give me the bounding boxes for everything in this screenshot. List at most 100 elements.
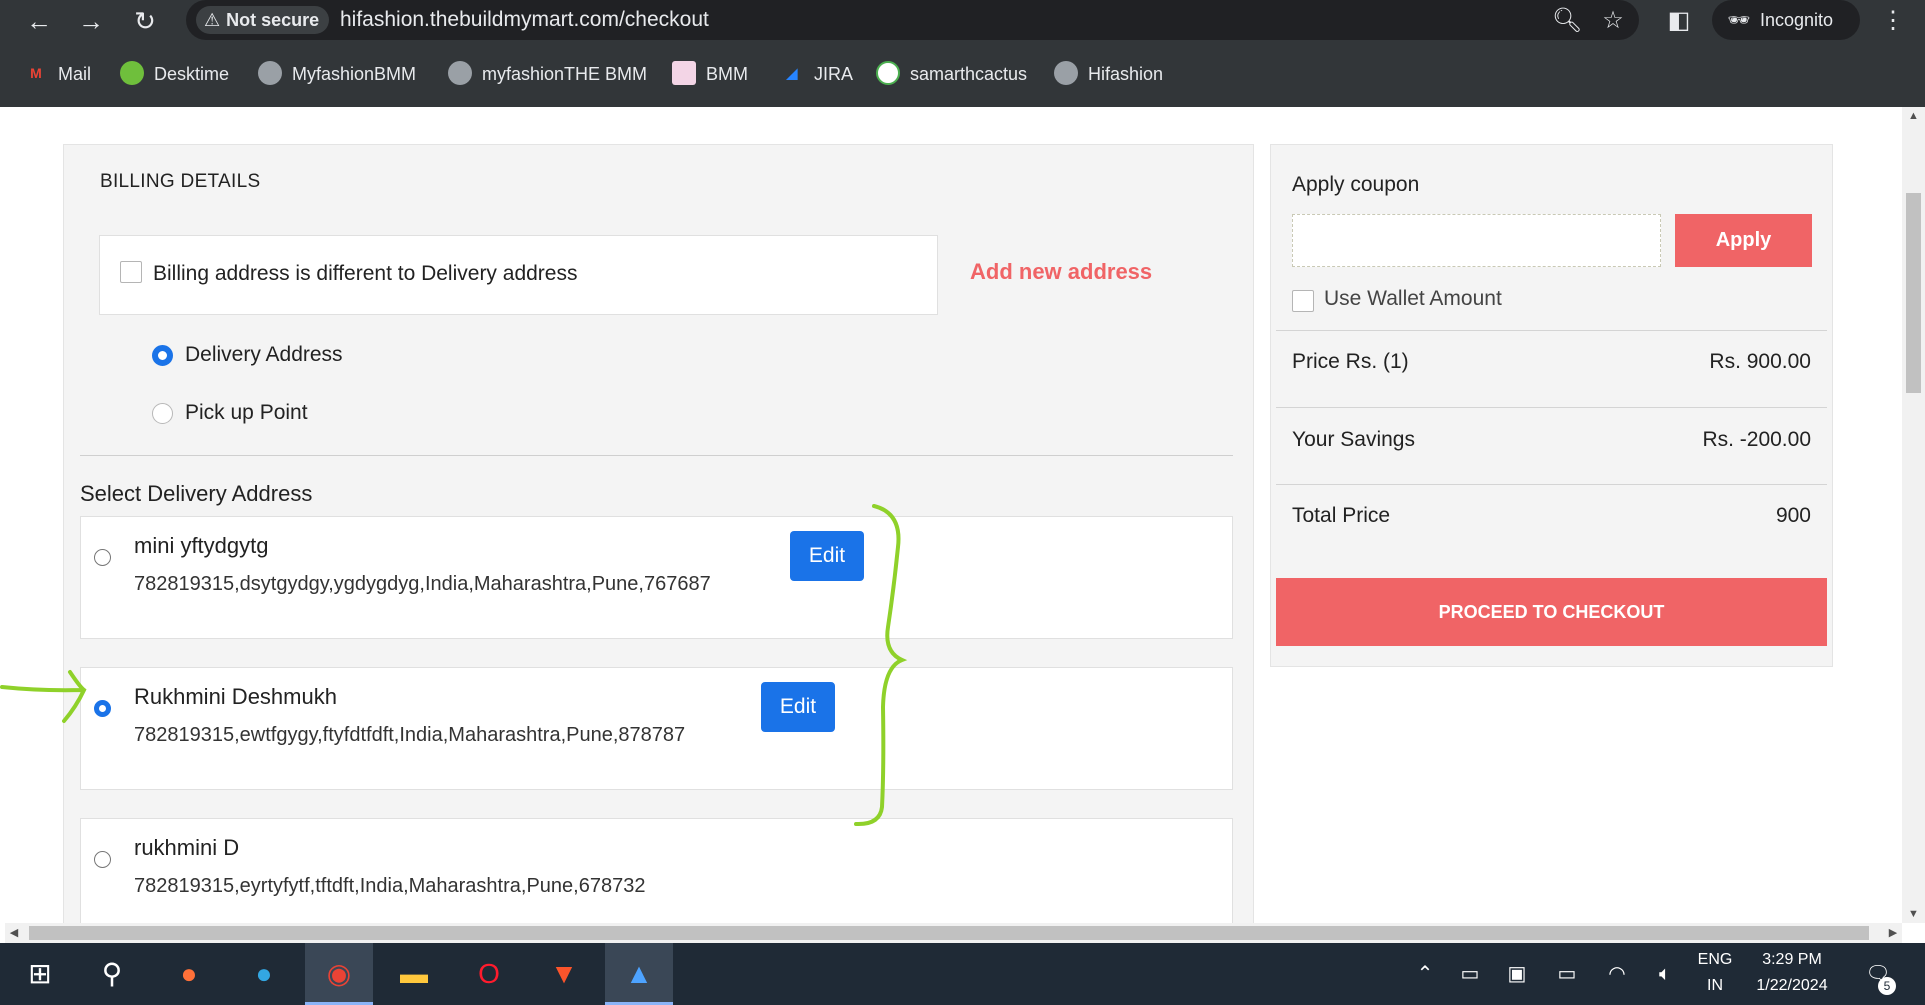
notification-count: 5 <box>1878 977 1896 995</box>
address-name: mini yftydgytg <box>134 533 269 558</box>
proceed-to-checkout-button[interactable]: PROCEED TO CHECKOUT <box>1276 578 1827 646</box>
bookmark-jira[interactable]: ◢ JIRA <box>780 56 853 92</box>
section-divider <box>80 455 1233 456</box>
search-icon[interactable]: ⚲ <box>78 943 146 1005</box>
brave-icon[interactable]: ▼ <box>530 943 598 1005</box>
bookmarks-bar: M Mail Desktime MyfashionBMM myfashionTHE… <box>0 56 1925 92</box>
wallet-label: Use Wallet Amount <box>1324 287 1502 310</box>
opera-icon[interactable]: O <box>455 943 523 1005</box>
total-price-value: 900 <box>1775 504 1811 527</box>
menu-kebab-icon[interactable]: ⋮ <box>1876 4 1910 38</box>
globe-icon <box>1054 61 1078 86</box>
language-indicator[interactable]: ENG <box>1690 951 1740 969</box>
incognito-label: Incognito <box>1760 10 1834 30</box>
address-name: Rukhmini Deshmukh <box>134 684 337 709</box>
desktime-icon <box>120 61 144 86</box>
summary-divider <box>1276 330 1827 331</box>
bookmark-mail[interactable]: M Mail <box>24 56 91 92</box>
coupon-input[interactable] <box>1292 214 1661 267</box>
apply-coupon-button[interactable]: Apply <box>1675 214 1812 267</box>
firefox-icon[interactable]: ● <box>155 943 223 1005</box>
volume-icon[interactable]: 🔈︎ <box>1648 943 1682 1005</box>
edit-address-button[interactable]: Edit <box>790 531 864 581</box>
url-text[interactable]: hifashion.thebuildmymart.com/checkout <box>340 0 709 40</box>
billing-title: BILLING DETAILS <box>100 171 261 192</box>
total-price-label: Total Price <box>1292 504 1391 527</box>
forward-arrow-icon[interactable]: → <box>74 4 108 38</box>
add-new-address-link[interactable]: Add new address <box>970 259 1152 285</box>
address-radio[interactable] <box>94 549 111 566</box>
address-card[interactable]: mini yftydgytg 782819315,dsytgydgy,ygdyg… <box>80 516 1233 639</box>
file-explorer-icon[interactable]: ▬ <box>380 943 448 1005</box>
coupon-title: Apply coupon <box>1292 173 1420 196</box>
zoom-icon[interactable]: 🔍︎ <box>1550 4 1584 38</box>
security-label: Not secure <box>226 10 320 30</box>
bookmark-star-icon[interactable]: ☆ <box>1596 4 1630 38</box>
security-indicator[interactable]: ⚠ Not secure <box>196 6 330 34</box>
delivery-address-label: Delivery Address <box>185 343 343 366</box>
scroll-left-icon[interactable]: ◀ <box>5 923 23 943</box>
back-arrow-icon[interactable]: ← <box>22 4 56 38</box>
notifications-icon[interactable]: 🗨︎ <box>1858 943 1898 1005</box>
region-indicator[interactable]: IN <box>1690 977 1740 995</box>
side-panel-icon[interactable]: ◧ <box>1662 4 1696 38</box>
battery-icon[interactable]: ▭ <box>1550 943 1584 1005</box>
clock-date[interactable]: 1/22/2024 <box>1742 977 1842 995</box>
wallet-checkbox[interactable] <box>1292 290 1314 312</box>
horizontal-scrollbar[interactable]: ◀ ▶ <box>5 923 1902 943</box>
bookmark-desktime[interactable]: Desktime <box>120 56 229 92</box>
address-card[interactable]: rukhmini D 782819315,eyrtyfytf,tftdft,In… <box>80 818 1233 923</box>
pickup-point-label: Pick up Point <box>185 401 308 424</box>
scroll-down-icon[interactable]: ▼ <box>1902 905 1925 923</box>
bookmark-hifashion[interactable]: Hifashion <box>1054 56 1163 92</box>
address-name: rukhmini D <box>134 835 240 860</box>
address-card[interactable]: Rukhmini Deshmukh 782819315,ewtfgygy,fty… <box>80 667 1233 790</box>
address-line: 782819315,dsytgydgy,ygdygdyg,India,Mahar… <box>134 573 711 595</box>
address-bar[interactable]: ⚠ Not secure hifashion.thebuildmymart.com… <box>186 0 1639 40</box>
wifi-icon[interactable]: ◠ <box>1600 943 1634 1005</box>
bmm-icon <box>672 61 696 86</box>
edit-address-button[interactable]: Edit <box>761 682 835 732</box>
address-line: 782819315,ewtfgygy,ftyfdtfdft,India,Maha… <box>134 724 686 746</box>
address-radio[interactable] <box>94 700 111 717</box>
billing-details-section: BILLING DETAILS Billing address is diffe… <box>63 144 1254 923</box>
jira-icon: ◢ <box>786 65 798 82</box>
select-delivery-title: Select Delivery Address <box>80 481 313 506</box>
bookmark-myfashionthe-bmm[interactable]: myfashionTHE BMM <box>448 56 647 92</box>
browser-chrome: ← → ↻ ⚠ Not secure hifashion.thebuildmyma… <box>0 0 1925 107</box>
different-address-label: Billing address is different to Delivery… <box>153 262 578 285</box>
scroll-right-icon[interactable]: ▶ <box>1884 923 1902 943</box>
horizontal-scroll-thumb[interactable] <box>29 926 1869 940</box>
chrome-icon[interactable]: ◉ <box>305 943 373 1005</box>
edge-icon[interactable]: ● <box>230 943 298 1005</box>
vertical-scroll-thumb[interactable] <box>1906 193 1921 393</box>
savings-value: Rs. -200.00 <box>1702 428 1811 451</box>
price-label: Price Rs. (1) <box>1292 350 1409 373</box>
order-summary-panel: Apply coupon Apply Use Wallet Amount Pri… <box>1270 144 1833 667</box>
bookmark-myfashionbmm[interactable]: MyfashionBMM <box>258 56 416 92</box>
globe-icon <box>448 61 472 86</box>
bookmark-bmm[interactable]: BMM <box>672 56 748 92</box>
scroll-up-icon[interactable]: ▲ <box>1902 107 1925 125</box>
gmail-icon: M <box>30 65 42 82</box>
warning-icon: ⚠ <box>204 10 221 30</box>
address-radio[interactable] <box>94 851 111 868</box>
clock-time[interactable]: 3:29 PM <box>1742 951 1842 969</box>
browser-toolbar: ← → ↻ ⚠ Not secure hifashion.thebuildmyma… <box>0 0 1925 40</box>
different-address-checkbox[interactable] <box>120 261 142 283</box>
display-icon[interactable]: ▣ <box>1500 943 1534 1005</box>
windows-start-icon[interactable]: ⊞ <box>6 943 74 1005</box>
delivery-address-radio[interactable] <box>152 345 173 366</box>
bookmark-samarthcactus[interactable]: samarthcactus <box>876 56 1027 92</box>
show-hidden-icons-icon[interactable]: ⌃ <box>1410 943 1440 1005</box>
vertical-scrollbar[interactable]: ▲ ▼ <box>1902 107 1925 923</box>
pickup-point-radio[interactable] <box>152 403 173 424</box>
checkout-page: BILLING DETAILS Billing address is diffe… <box>5 107 1902 923</box>
reload-icon[interactable]: ↻ <box>128 4 162 38</box>
meet-icon[interactable]: ▭ <box>1455 943 1485 1005</box>
summary-divider <box>1276 407 1827 408</box>
cactus-icon <box>876 61 900 86</box>
savings-label: Your Savings <box>1292 428 1415 451</box>
photos-icon[interactable]: ▲ <box>605 943 673 1005</box>
incognito-badge[interactable]: 🕶︎ Incognito <box>1712 0 1860 40</box>
